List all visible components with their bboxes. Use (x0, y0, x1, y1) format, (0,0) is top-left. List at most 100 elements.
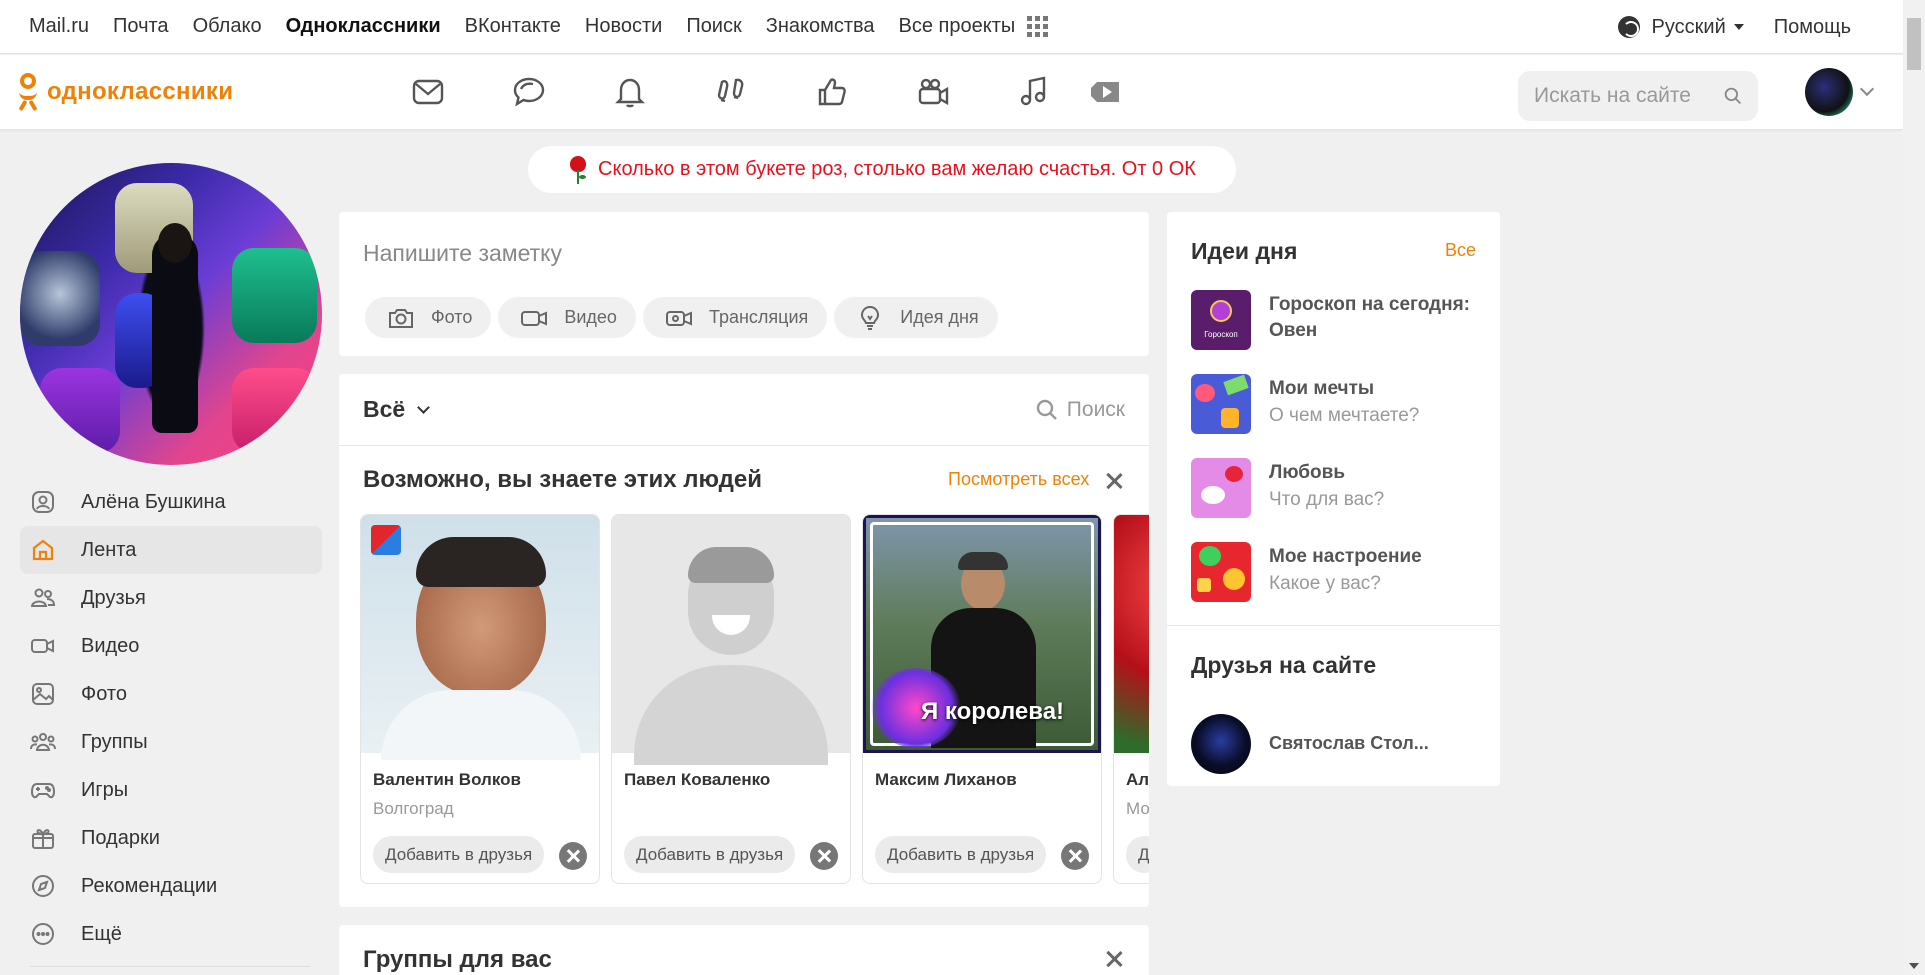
feed-search[interactable]: Поиск (1035, 398, 1125, 422)
chip-label: Фото (431, 307, 473, 327)
portal-link-ok[interactable]: Одноклассники (286, 15, 441, 38)
idea-item[interactable]: Мои мечты О чем мечтаете? (1191, 374, 1481, 434)
portal-link-cloud[interactable]: Облако (193, 15, 262, 38)
menu-item-games[interactable]: Игры (20, 766, 322, 814)
portal-link-search[interactable]: Поиск (686, 15, 741, 38)
chat-icon[interactable] (507, 70, 551, 114)
friend-avatar[interactable] (1191, 714, 1251, 774)
person-photo (361, 515, 599, 760)
person-name[interactable]: Ал (1126, 770, 1149, 790)
portal-link-all-projects[interactable]: Все проекты (899, 15, 1016, 38)
chip-photo[interactable]: Фото (365, 297, 492, 338)
person-card[interactable]: Ал Мо Д (1113, 514, 1149, 884)
pymk-close-icon[interactable] (1105, 472, 1123, 490)
scrollbar[interactable] (1903, 0, 1925, 975)
ok-logo-icon (17, 73, 39, 112)
music-icon[interactable] (1012, 70, 1056, 114)
gamepad-icon (30, 777, 56, 803)
chevron-down-icon[interactable] (1859, 81, 1875, 97)
banner-text: Сколько в этом букете роз, столько вам ж… (598, 158, 1196, 180)
person-card[interactable]: Я королева! Максим Лиханов Добавить в др… (862, 514, 1102, 884)
user-avatar[interactable] (1805, 68, 1853, 116)
person-photo-caption: Я королева! (921, 698, 1065, 725)
scrollbar-thumb[interactable] (1907, 18, 1921, 70)
idea-item[interactable]: Гороскоп Гороскоп на сегодня: Овен (1191, 290, 1481, 350)
menu-item-label: Видео (81, 634, 140, 657)
bell-icon[interactable] (608, 70, 652, 114)
portal-link-mailru[interactable]: Mail.ru (29, 15, 89, 38)
menu-item-label: Подарки (81, 826, 160, 849)
site-search[interactable] (1518, 71, 1758, 121)
menu-item-video[interactable]: Видео (20, 622, 322, 670)
guests-icon[interactable] (709, 70, 753, 114)
likes-icon[interactable] (810, 70, 854, 114)
pymk-see-all-link[interactable]: Посмотреть всех (948, 469, 1089, 490)
feed-filter-dropdown[interactable]: Всё (363, 396, 431, 423)
idea-item[interactable]: Любовь Что для вас? (1191, 458, 1481, 518)
chip-video[interactable]: Видео (498, 297, 636, 338)
portal-link-mail[interactable]: Почта (113, 15, 169, 38)
search-icon (1036, 399, 1057, 420)
person-name[interactable]: Максим Лиханов (875, 770, 1017, 790)
remove-suggestion-icon[interactable] (1061, 842, 1089, 870)
scroll-down-arrow[interactable] (1909, 963, 1919, 969)
photo-icon (30, 681, 56, 707)
portal-link-dating[interactable]: Знакомства (766, 15, 875, 38)
horoscope-image-label: Гороскоп (1204, 330, 1238, 339)
gift-banner[interactable]: Сколько в этом букете роз, столько вам ж… (528, 146, 1236, 193)
apps-grid-icon[interactable] (1027, 15, 1049, 38)
person-card[interactable]: Павел Коваленко Добавить в друзья (611, 514, 851, 884)
mail-icon[interactable] (406, 70, 450, 114)
friends-icon (30, 585, 56, 611)
person-name[interactable]: Валентин Волков (373, 770, 521, 790)
search-icon[interactable] (1724, 85, 1742, 107)
profile-photo[interactable] (20, 163, 322, 465)
chip-label: Трансляция (708, 307, 809, 327)
dreams-image (1191, 374, 1251, 434)
menu-item-friends[interactable]: Друзья (20, 574, 322, 622)
language-selector[interactable]: Русский (1617, 16, 1744, 39)
note-composer: Напишите заметку Фото Видео Трансляция И… (339, 212, 1149, 356)
profile-icon (30, 489, 56, 515)
menu-item-recommendations[interactable]: Рекомендации (20, 862, 322, 910)
remove-suggestion-icon[interactable] (559, 842, 587, 870)
feed-search-label: Поиск (1066, 398, 1125, 421)
menu-item-label: Игры (81, 778, 129, 801)
person-card[interactable]: Валентин Волков Волгоград Добавить в дру… (360, 514, 600, 884)
ok-logo[interactable]: одноклассники (17, 73, 233, 112)
menu-item-photo[interactable]: Фото (20, 670, 322, 718)
person-name[interactable]: Павел Коваленко (624, 770, 770, 790)
menu-item-groups[interactable]: Группы (20, 718, 322, 766)
add-friend-button[interactable]: Д (1126, 836, 1149, 873)
person-photo-placeholder (612, 515, 850, 765)
groups-close-icon[interactable] (1105, 950, 1123, 968)
idea-item[interactable]: Мое настроение Какое у вас? (1191, 542, 1481, 602)
chip-idea[interactable]: Идея дня (834, 297, 998, 338)
globe-icon (1617, 16, 1640, 38)
site-search-input[interactable] (1534, 84, 1724, 108)
portal-link-vk[interactable]: ВКонтакте (465, 15, 561, 38)
video-play-icon[interactable] (1083, 70, 1127, 114)
main-nav (406, 55, 1127, 129)
menu-item-more[interactable]: Ещё (20, 910, 322, 958)
add-friend-button[interactable]: Добавить в друзья (624, 836, 796, 873)
divider (1167, 625, 1500, 626)
video-camera-icon[interactable] (911, 70, 955, 114)
add-friend-button[interactable]: Добавить в друзья (875, 836, 1047, 873)
ideas-all-link[interactable]: Все (1445, 240, 1476, 261)
help-link[interactable]: Помощь (1774, 16, 1851, 39)
remove-suggestion-icon[interactable] (810, 842, 838, 870)
add-friend-button[interactable]: Добавить в друзья (373, 836, 545, 873)
menu-item-gifts[interactable]: Подарки (20, 814, 322, 862)
idea-subtitle: Какое у вас? (1269, 573, 1381, 594)
person-photo (1114, 515, 1149, 753)
chip-broadcast[interactable]: Трансляция (642, 297, 828, 338)
groups-card: Группы для вас (339, 925, 1149, 975)
friend-name[interactable]: Святослав Стол... (1269, 733, 1429, 754)
friend-online-item[interactable]: Святослав Стол... (1191, 714, 1481, 774)
person-city: Мо (1126, 799, 1149, 818)
menu-item-feed[interactable]: Лента (20, 526, 322, 574)
portal-link-news[interactable]: Новости (585, 15, 662, 38)
menu-item-profile[interactable]: Алёна Бушкина (20, 478, 322, 526)
note-input[interactable]: Напишите заметку (363, 240, 562, 267)
